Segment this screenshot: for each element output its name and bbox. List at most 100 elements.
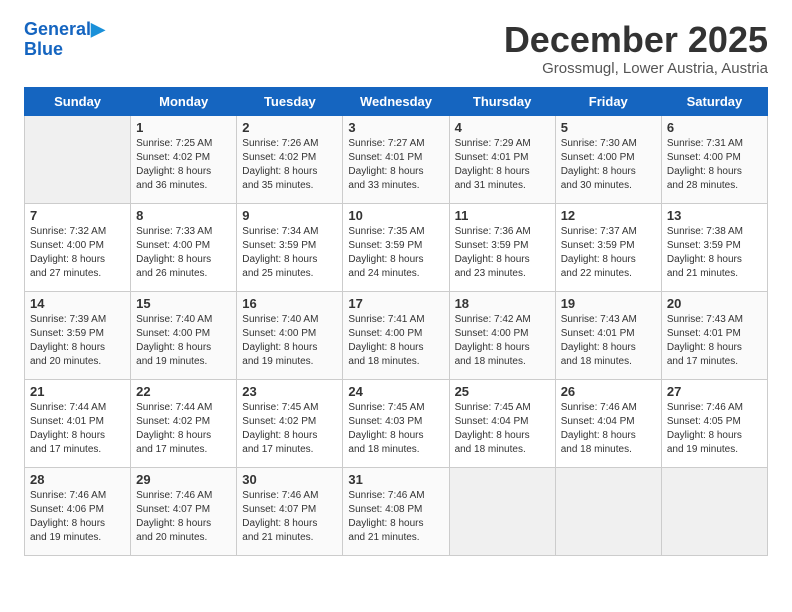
calendar-cell: 27 Sunrise: 7:46 AMSunset: 4:05 PMDayligh…	[661, 379, 767, 467]
day-number: 2	[242, 120, 337, 135]
day-info: Sunrise: 7:33 AMSunset: 4:00 PMDaylight:…	[136, 225, 231, 281]
logo-text: General▶	[24, 20, 105, 40]
day-info: Sunrise: 7:46 AMSunset: 4:07 PMDaylight:…	[242, 489, 337, 545]
calendar-cell: 10Sunrise: 7:35 AMSunset: 3:59 PMDayligh…	[343, 203, 449, 291]
title-block: December 2025 Grossmugl, Lower Austria, …	[504, 20, 768, 77]
page-header: General▶ Blue December 2025 Grossmugl, L…	[24, 20, 768, 77]
calendar-cell: 29 Sunrise: 7:46 AMSunset: 4:07 PMDayligh…	[131, 467, 237, 555]
month-title: December 2025	[504, 20, 768, 60]
calendar-cell: 11 Sunrise: 7:36 AMSunset: 3:59 PMDayligh…	[449, 203, 555, 291]
day-info: Sunrise: 7:26 AMSunset: 4:02 PMDaylight:…	[242, 137, 337, 193]
day-number: 1	[136, 120, 231, 135]
calendar-week-row: 7Sunrise: 7:32 AMSunset: 4:00 PMDaylight…	[25, 203, 768, 291]
day-number: 28	[30, 472, 125, 487]
day-info: Sunrise: 7:46 AMSunset: 4:05 PMDaylight:…	[667, 401, 762, 457]
day-number: 6	[667, 120, 762, 135]
day-number: 5	[561, 120, 656, 135]
calendar-cell: 25Sunrise: 7:45 AMSunset: 4:04 PMDayligh…	[449, 379, 555, 467]
location: Grossmugl, Lower Austria, Austria	[504, 60, 768, 77]
day-number: 15	[136, 296, 231, 311]
day-info: Sunrise: 7:40 AMSunset: 4:00 PMDaylight:…	[136, 313, 231, 369]
day-info: Sunrise: 7:46 AMSunset: 4:08 PMDaylight:…	[348, 489, 443, 545]
calendar-cell	[661, 467, 767, 555]
day-number: 17	[348, 296, 443, 311]
calendar-cell: 26 Sunrise: 7:46 AMSunset: 4:04 PMDayligh…	[555, 379, 661, 467]
day-info: Sunrise: 7:29 AMSunset: 4:01 PMDaylight:…	[455, 137, 550, 193]
day-info: Sunrise: 7:35 AMSunset: 3:59 PMDaylight:…	[348, 225, 443, 281]
day-info: Sunrise: 7:45 AMSunset: 4:03 PMDaylight:…	[348, 401, 443, 457]
day-info: Sunrise: 7:41 AMSunset: 4:00 PMDaylight:…	[348, 313, 443, 369]
calendar-cell: 9 Sunrise: 7:34 AMSunset: 3:59 PMDaylight…	[237, 203, 343, 291]
day-info: Sunrise: 7:36 AMSunset: 3:59 PMDaylight:…	[455, 225, 550, 281]
calendar-cell: 8 Sunrise: 7:33 AMSunset: 4:00 PMDaylight…	[131, 203, 237, 291]
calendar-cell: 2 Sunrise: 7:26 AMSunset: 4:02 PMDaylight…	[237, 115, 343, 203]
weekday-header: Thursday	[449, 87, 555, 115]
day-number: 8	[136, 208, 231, 223]
day-info: Sunrise: 7:43 AMSunset: 4:01 PMDaylight:…	[667, 313, 762, 369]
weekday-header-row: SundayMondayTuesdayWednesdayThursdayFrid…	[25, 87, 768, 115]
calendar-cell: 4 Sunrise: 7:29 AMSunset: 4:01 PMDaylight…	[449, 115, 555, 203]
calendar-week-row: 21Sunrise: 7:44 AMSunset: 4:01 PMDayligh…	[25, 379, 768, 467]
day-info: Sunrise: 7:31 AMSunset: 4:00 PMDaylight:…	[667, 137, 762, 193]
day-number: 29	[136, 472, 231, 487]
calendar-cell: 20 Sunrise: 7:43 AMSunset: 4:01 PMDayligh…	[661, 291, 767, 379]
calendar-cell: 18Sunrise: 7:42 AMSunset: 4:00 PMDayligh…	[449, 291, 555, 379]
calendar-week-row: 28 Sunrise: 7:46 AMSunset: 4:06 PMDayligh…	[25, 467, 768, 555]
calendar-cell: 31 Sunrise: 7:46 AMSunset: 4:08 PMDayligh…	[343, 467, 449, 555]
day-info: Sunrise: 7:34 AMSunset: 3:59 PMDaylight:…	[242, 225, 337, 281]
day-number: 19	[561, 296, 656, 311]
calendar-cell: 23 Sunrise: 7:45 AMSunset: 4:02 PMDayligh…	[237, 379, 343, 467]
day-number: 23	[242, 384, 337, 399]
calendar-cell: 1 Sunrise: 7:25 AMSunset: 4:02 PMDaylight…	[131, 115, 237, 203]
calendar-cell	[25, 115, 131, 203]
weekday-header: Monday	[131, 87, 237, 115]
weekday-header: Wednesday	[343, 87, 449, 115]
calendar-cell: 21Sunrise: 7:44 AMSunset: 4:01 PMDayligh…	[25, 379, 131, 467]
weekday-header: Friday	[555, 87, 661, 115]
day-info: Sunrise: 7:27 AMSunset: 4:01 PMDaylight:…	[348, 137, 443, 193]
day-number: 7	[30, 208, 125, 223]
day-info: Sunrise: 7:45 AMSunset: 4:02 PMDaylight:…	[242, 401, 337, 457]
calendar-cell: 5 Sunrise: 7:30 AMSunset: 4:00 PMDaylight…	[555, 115, 661, 203]
calendar-cell: 16 Sunrise: 7:40 AMSunset: 4:00 PMDayligh…	[237, 291, 343, 379]
calendar-cell: 6 Sunrise: 7:31 AMSunset: 4:00 PMDaylight…	[661, 115, 767, 203]
day-info: Sunrise: 7:25 AMSunset: 4:02 PMDaylight:…	[136, 137, 231, 193]
day-number: 3	[348, 120, 443, 135]
day-info: Sunrise: 7:46 AMSunset: 4:07 PMDaylight:…	[136, 489, 231, 545]
day-number: 30	[242, 472, 337, 487]
calendar-cell: 13Sunrise: 7:38 AMSunset: 3:59 PMDayligh…	[661, 203, 767, 291]
day-info: Sunrise: 7:43 AMSunset: 4:01 PMDaylight:…	[561, 313, 656, 369]
calendar-table: SundayMondayTuesdayWednesdayThursdayFrid…	[24, 87, 768, 556]
day-number: 26	[561, 384, 656, 399]
day-info: Sunrise: 7:39 AMSunset: 3:59 PMDaylight:…	[30, 313, 125, 369]
calendar-cell: 17 Sunrise: 7:41 AMSunset: 4:00 PMDayligh…	[343, 291, 449, 379]
calendar-cell	[555, 467, 661, 555]
calendar-cell: 19 Sunrise: 7:43 AMSunset: 4:01 PMDayligh…	[555, 291, 661, 379]
day-info: Sunrise: 7:46 AMSunset: 4:04 PMDaylight:…	[561, 401, 656, 457]
day-number: 13	[667, 208, 762, 223]
day-number: 27	[667, 384, 762, 399]
day-info: Sunrise: 7:30 AMSunset: 4:00 PMDaylight:…	[561, 137, 656, 193]
day-number: 21	[30, 384, 125, 399]
calendar-cell: 15 Sunrise: 7:40 AMSunset: 4:00 PMDayligh…	[131, 291, 237, 379]
day-number: 16	[242, 296, 337, 311]
weekday-header: Tuesday	[237, 87, 343, 115]
day-number: 31	[348, 472, 443, 487]
day-number: 24	[348, 384, 443, 399]
day-number: 11	[455, 208, 550, 223]
day-info: Sunrise: 7:37 AMSunset: 3:59 PMDaylight:…	[561, 225, 656, 281]
day-number: 4	[455, 120, 550, 135]
day-number: 20	[667, 296, 762, 311]
calendar-week-row: 1 Sunrise: 7:25 AMSunset: 4:02 PMDaylight…	[25, 115, 768, 203]
day-info: Sunrise: 7:40 AMSunset: 4:00 PMDaylight:…	[242, 313, 337, 369]
day-number: 9	[242, 208, 337, 223]
day-info: Sunrise: 7:46 AMSunset: 4:06 PMDaylight:…	[30, 489, 125, 545]
day-info: Sunrise: 7:44 AMSunset: 4:02 PMDaylight:…	[136, 401, 231, 457]
weekday-header: Saturday	[661, 87, 767, 115]
calendar-cell: 30 Sunrise: 7:46 AMSunset: 4:07 PMDayligh…	[237, 467, 343, 555]
calendar-cell: 14Sunrise: 7:39 AMSunset: 3:59 PMDayligh…	[25, 291, 131, 379]
weekday-header: Sunday	[25, 87, 131, 115]
calendar-cell: 7Sunrise: 7:32 AMSunset: 4:00 PMDaylight…	[25, 203, 131, 291]
day-number: 12	[561, 208, 656, 223]
calendar-cell	[449, 467, 555, 555]
